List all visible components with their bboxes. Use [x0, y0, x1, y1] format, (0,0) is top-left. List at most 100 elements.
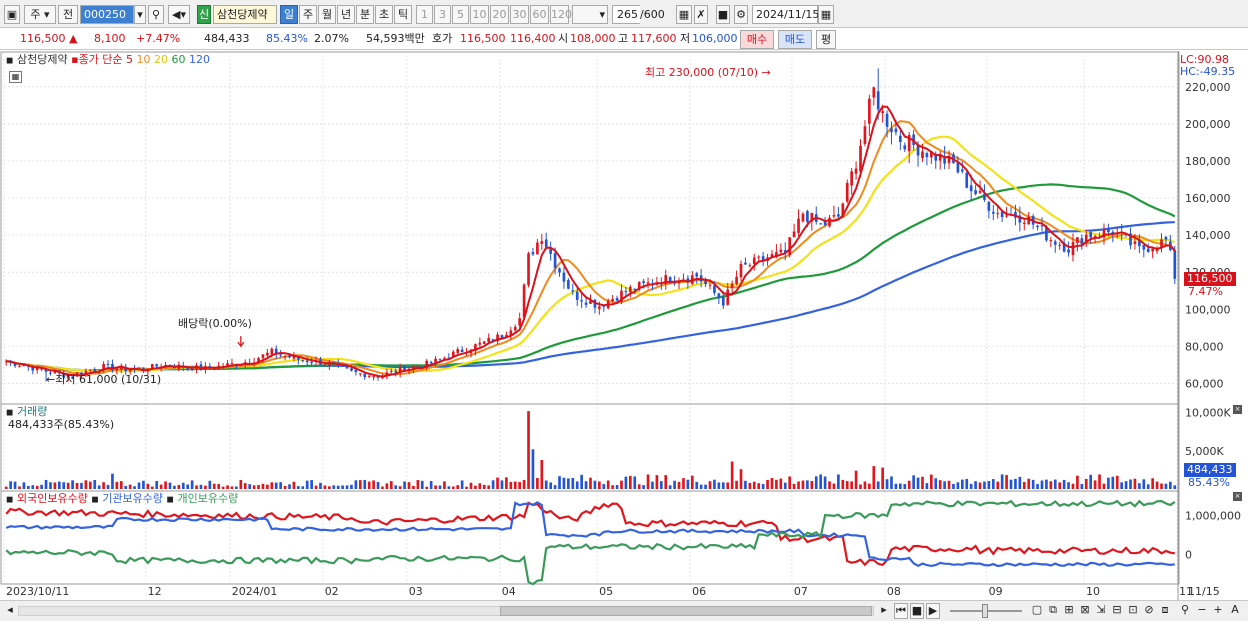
volume-close-icon[interactable]: × [1233, 405, 1242, 414]
count-input[interactable]: 265 [612, 5, 640, 24]
tool-icon-3[interactable]: ⊞ [1062, 603, 1076, 619]
candle-body [748, 265, 752, 267]
zoom-search-icon[interactable]: ⚲ [1178, 603, 1192, 619]
holding-legend: ◼ 외국인보유수량 ◼ 기관보유수량 ◼ 개인보유수량 [6, 492, 239, 505]
timeframe-2[interactable]: 월 [318, 5, 336, 24]
eval-button[interactable]: 평 [816, 30, 836, 49]
timeframe-3[interactable]: 년 [337, 5, 355, 24]
tool-icon-2[interactable]: ⧉ [1046, 603, 1060, 619]
zoom-in-icon[interactable]: + [1212, 603, 1224, 619]
prev-button[interactable]: 전 [58, 5, 78, 24]
volume-bar [916, 477, 920, 489]
draw-icon[interactable]: ✗ [694, 5, 708, 24]
volume-bar [876, 481, 880, 489]
volume-bar [474, 485, 477, 489]
candle-body [482, 341, 486, 344]
volume-bar [513, 481, 517, 489]
grid-toggle-icon[interactable]: ▦ [9, 71, 22, 83]
volume-bar [814, 476, 818, 489]
rewind-icon[interactable]: ⏮ [894, 603, 908, 619]
legend-institution: 기관보유수량 [102, 492, 164, 505]
volume-bar [270, 482, 274, 489]
tool-icon-5[interactable]: ⇲ [1094, 603, 1108, 619]
layout-icon[interactable]: ▣ [4, 5, 20, 24]
volume-bar [88, 481, 92, 489]
candle-body [752, 257, 756, 264]
candle-body [1067, 249, 1070, 253]
volume-bar [637, 484, 641, 489]
buy-button[interactable]: 매수 [740, 30, 774, 49]
timeframe-6[interactable]: 틱 [394, 5, 412, 24]
tool-icon-1[interactable]: ▢ [1030, 603, 1044, 619]
volume-bar [124, 485, 128, 489]
code-dropdown-icon[interactable]: ▾ [134, 5, 146, 24]
interval-3[interactable]: 3 [434, 5, 451, 24]
interval-dropdown-icon[interactable]: ▾ [572, 5, 608, 24]
interval-10[interactable]: 10 [470, 5, 489, 24]
volume-bar [204, 485, 207, 489]
volume-bar [93, 479, 97, 489]
volume-bar [996, 481, 1000, 489]
volume-bar [828, 481, 831, 489]
volume-bar [1005, 475, 1008, 489]
volume-bar [1040, 480, 1044, 489]
volume-bar [18, 486, 21, 489]
stock-code-input[interactable]: 000250 [80, 5, 134, 24]
volume-bar [974, 481, 977, 489]
scroll-left-icon[interactable]: ◂ [4, 603, 16, 619]
tool-icon-8[interactable]: ⊘ [1142, 603, 1156, 619]
search-icon[interactable]: ⚲ [148, 5, 164, 24]
volume-bar [336, 485, 340, 489]
speaker-icon[interactable]: ◀▾ [168, 5, 190, 24]
volume-bar [925, 483, 929, 489]
interval-60[interactable]: 60 [530, 5, 549, 24]
tool-icon-9[interactable]: ⧈ [1158, 603, 1172, 619]
candle-body [580, 300, 583, 302]
stop-icon[interactable]: ■ [910, 603, 924, 619]
font-size-icon[interactable]: A [1228, 603, 1242, 619]
play-icon[interactable]: ▶ [926, 603, 940, 619]
candle-body [363, 373, 367, 378]
volume-bar [766, 479, 769, 489]
period-select[interactable]: 주 ▾ [24, 5, 56, 24]
interval-120[interactable]: 120 [550, 5, 572, 24]
scrollbar-thumb[interactable] [500, 606, 872, 616]
volume-bar [159, 484, 163, 489]
last-price-badge: 116,500 [1184, 272, 1236, 286]
zoom-slider-handle[interactable] [982, 604, 988, 618]
timeframe-0[interactable]: 일 [280, 5, 298, 24]
tool-icon-6[interactable]: ⊟ [1110, 603, 1124, 619]
volume-bar [837, 474, 840, 489]
timeframe-5[interactable]: 초 [375, 5, 393, 24]
save-icon[interactable]: ■ [716, 5, 730, 24]
volume-bar [292, 481, 296, 489]
calendar-icon[interactable]: ▦ [818, 5, 834, 24]
candle-body [487, 337, 491, 342]
x-tick: 2023/10/11 [6, 585, 69, 598]
date-input[interactable]: 2024/11/15 [752, 5, 819, 24]
volume-bar [620, 480, 623, 489]
interval-30[interactable]: 30 [510, 5, 529, 24]
volume-bar [1098, 474, 1101, 489]
tool-icon-4[interactable]: ⊠ [1078, 603, 1092, 619]
volume-bar [978, 482, 982, 489]
candle-icon[interactable]: ▦ [676, 5, 692, 24]
candle-body [695, 273, 699, 277]
volume-bar [1000, 474, 1004, 489]
interval-20[interactable]: 20 [490, 5, 509, 24]
sell-button[interactable]: 매도 [778, 30, 812, 49]
holding-close-icon[interactable]: × [1233, 492, 1242, 501]
volume-bar [177, 484, 181, 489]
settings-icon[interactable]: ⚙ [734, 5, 748, 24]
candle-body [1053, 241, 1057, 245]
scroll-right-icon[interactable]: ▸ [878, 603, 890, 619]
timeframe-1[interactable]: 주 [299, 5, 317, 24]
tool-icon-7[interactable]: ⊡ [1126, 603, 1140, 619]
candle-body [1080, 238, 1084, 245]
zoom-out-icon[interactable]: − [1196, 603, 1208, 619]
interval-1[interactable]: 1 [416, 5, 433, 24]
x-tick: 07 [794, 585, 808, 598]
interval-5[interactable]: 5 [452, 5, 469, 24]
timeframe-4[interactable]: 분 [356, 5, 374, 24]
volume-bar [58, 481, 61, 489]
